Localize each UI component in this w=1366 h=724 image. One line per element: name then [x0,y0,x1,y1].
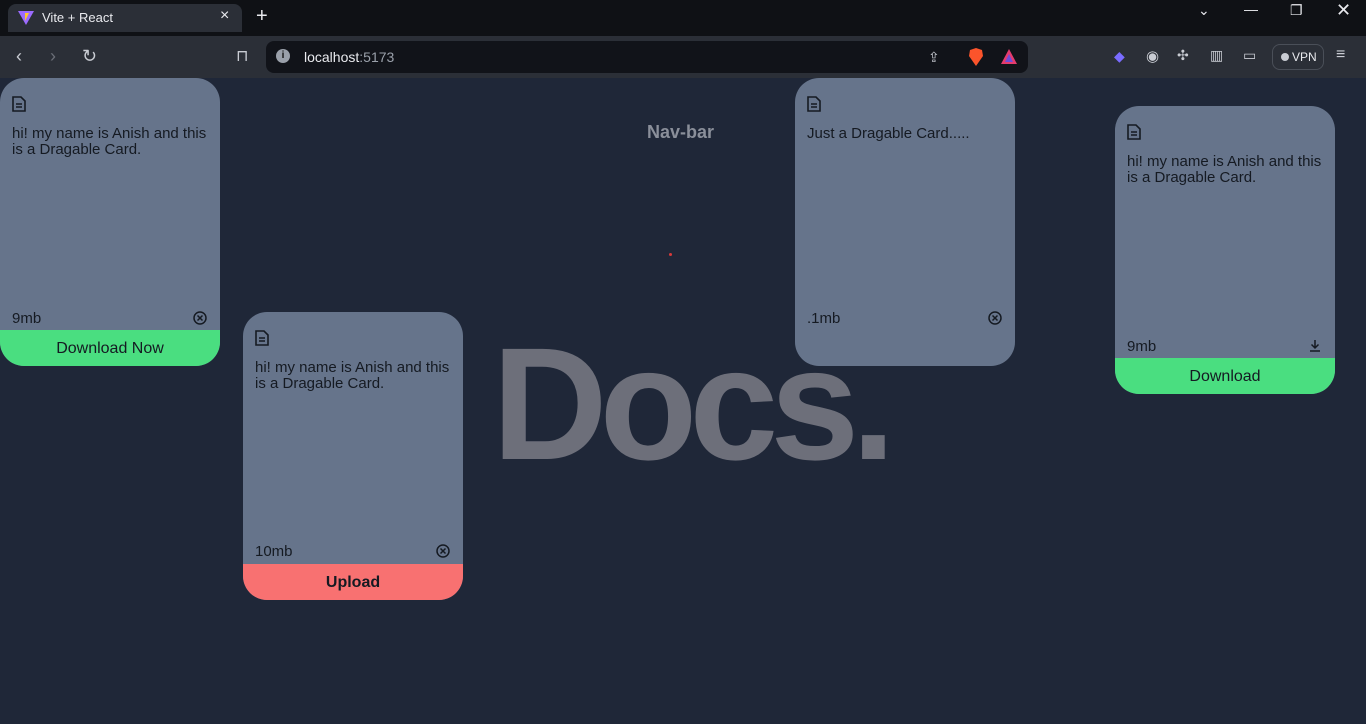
tab-title: Vite + React [42,10,113,25]
minimize-button[interactable]: — [1244,1,1258,17]
extension-icon[interactable]: ◉ [1146,47,1159,65]
vite-logo-icon [18,11,34,25]
download-now-button[interactable]: Download Now [0,330,220,366]
back-button[interactable]: ‹ [16,46,22,67]
vpn-label: VPN [1292,50,1317,64]
red-dot [669,253,672,256]
card-file-size: 10mb [255,543,293,560]
reload-button[interactable]: ↻ [82,46,97,67]
nav-bar-title: Nav-bar [647,122,715,142]
url-text[interactable]: localhost:5173 [304,49,394,65]
card-file-size: 9mb [1127,338,1157,355]
tab-bar: Vite + React × + ⌄ — ❐ ✕ [0,0,1366,36]
tab-search-chevron-icon[interactable]: ⌄ [1198,2,1210,19]
card-file-size: 9mb [12,310,42,327]
card-file-size: .1mb [807,310,841,327]
close-circle-icon[interactable] [988,311,1002,325]
card-description: hi! my name is Anish and this is a Draga… [1127,153,1322,186]
browser-toolbar: ‹ › ↻ ⊓ i localhost:5173 ⇪ ◆ ◉ ✣ ▥ ▭ VPN… [0,36,1366,78]
draggable-card[interactable]: hi! my name is Anish and this is a Draga… [1115,106,1335,394]
bookmark-icon[interactable]: ⊓ [236,46,248,66]
share-icon[interactable]: ⇪ [928,49,940,66]
close-window-button[interactable]: ✕ [1336,0,1351,21]
vpn-status-icon [1281,53,1289,61]
brave-rewards-icon[interactable] [1001,49,1017,64]
wallet-icon[interactable]: ▭ [1243,47,1256,64]
leo-ai-icon[interactable]: ◆ [1114,48,1125,65]
card-description: Just a Dragable Card..... [807,125,970,142]
download-button[interactable]: Download [1115,358,1335,394]
brave-shields-icon[interactable] [968,48,984,66]
restore-button[interactable]: ❐ [1290,2,1303,19]
forward-button[interactable]: › [50,46,56,67]
browser-tab[interactable]: Vite + React × [8,4,242,32]
extensions-puzzle-icon[interactable]: ✣ [1177,47,1189,64]
close-circle-icon[interactable] [193,311,207,325]
document-icon [12,96,26,112]
address-bar[interactable]: i localhost:5173 ⇪ [266,41,1028,73]
card-description: hi! my name is Anish and this is a Draga… [12,125,207,158]
sidebar-icon[interactable]: ▥ [1210,47,1223,64]
download-icon[interactable] [1308,339,1322,353]
site-info-icon[interactable]: i [276,49,290,63]
document-icon [1127,124,1141,140]
document-icon [807,96,821,112]
draggable-card[interactable]: hi! my name is Anish and this is a Draga… [0,78,220,366]
menu-icon[interactable]: ≡ [1336,46,1345,64]
close-circle-icon[interactable] [436,544,450,558]
new-tab-button[interactable]: + [256,5,268,28]
close-tab-icon[interactable]: × [220,7,229,25]
document-icon [255,330,269,346]
upload-button[interactable]: Upload [243,564,463,600]
page-content: Nav-bar Docs. hi! my name is Anish and t… [0,78,1366,724]
vpn-button[interactable]: VPN [1272,44,1324,70]
card-description: hi! my name is Anish and this is a Draga… [255,359,450,392]
draggable-card[interactable]: Just a Dragable Card..... .1mb [795,78,1015,366]
draggable-card[interactable]: hi! my name is Anish and this is a Draga… [243,312,463,600]
